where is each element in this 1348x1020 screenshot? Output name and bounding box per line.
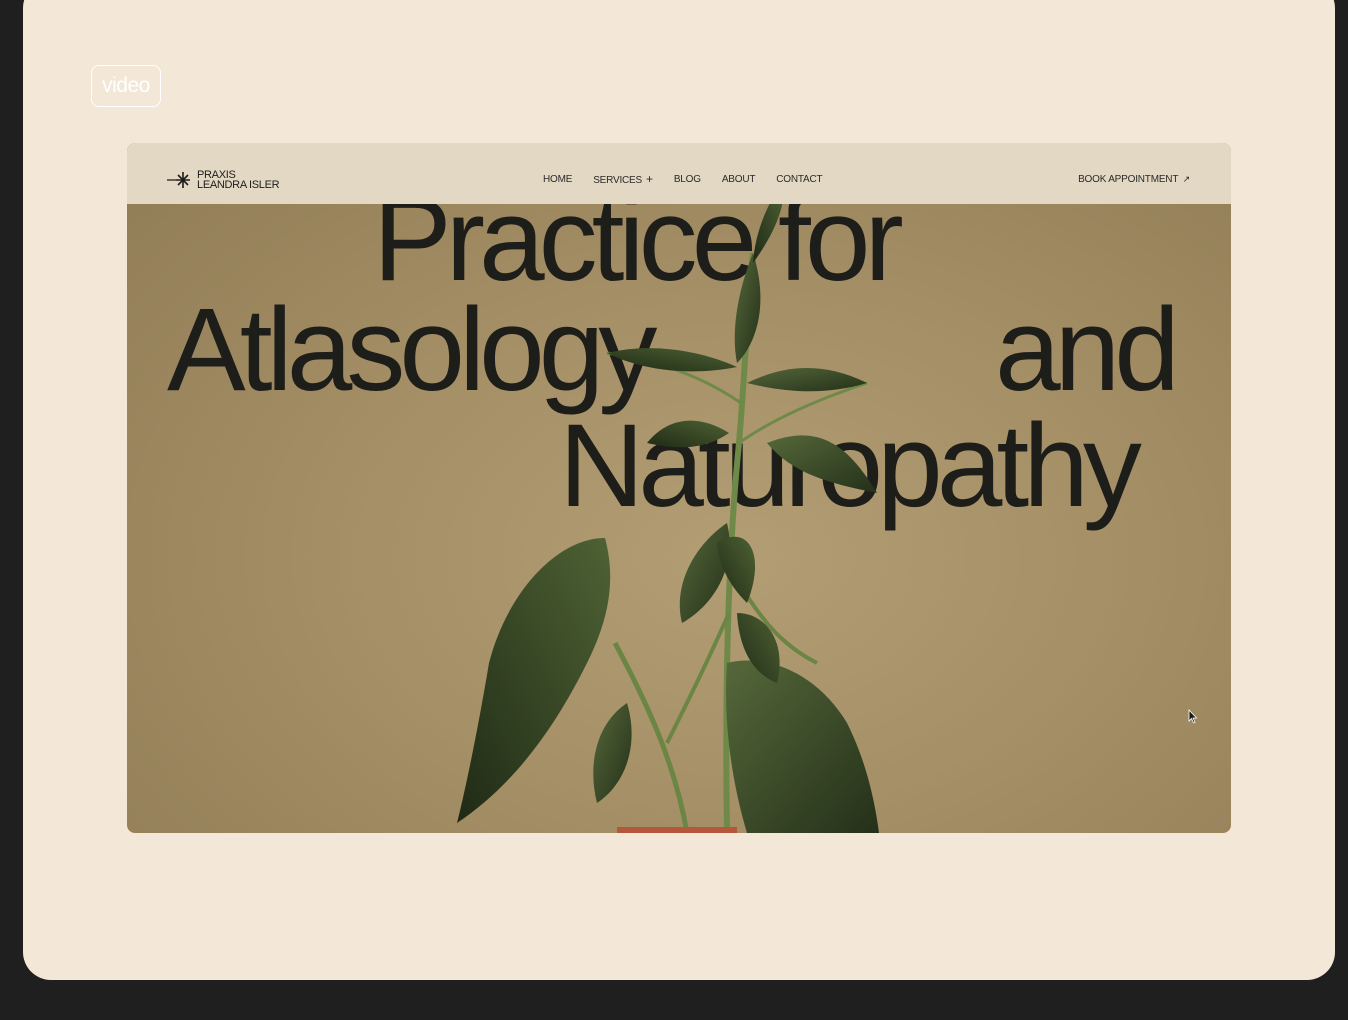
book-appointment-label: BOOK APPOINTMENT bbox=[1078, 174, 1179, 185]
logo-line-2: LEANDRA ISLER bbox=[197, 179, 280, 191]
nav-contact[interactable]: CONTACT bbox=[776, 174, 822, 186]
logo-asterisk-icon bbox=[167, 172, 190, 188]
nav-home[interactable]: HOME bbox=[543, 174, 572, 186]
nav-services-label: SERVICES bbox=[593, 175, 642, 186]
nav-services[interactable]: SERVICES + bbox=[593, 172, 653, 186]
nav-about[interactable]: ABOUT bbox=[722, 174, 756, 186]
book-appointment-link[interactable]: BOOK APPOINTMENT ↗ bbox=[1078, 174, 1190, 185]
logo-wordmark: PRAXIS LEANDRA ISLER bbox=[197, 170, 280, 191]
site-logo[interactable]: PRAXIS LEANDRA ISLER bbox=[167, 170, 280, 191]
nettle-plant-image bbox=[457, 183, 879, 833]
nav-blog[interactable]: BLOG bbox=[674, 174, 701, 186]
video-badge: video bbox=[91, 65, 161, 107]
arrow-up-right-icon: ↗ bbox=[1182, 174, 1191, 184]
site-header: PRAXIS LEANDRA ISLER HOME SERVICES + BLOG… bbox=[127, 143, 1231, 204]
website-preview: PRAXIS LEANDRA ISLER HOME SERVICES + BLOG… bbox=[127, 143, 1231, 833]
plus-icon: + bbox=[646, 172, 653, 186]
cursor-icon bbox=[1188, 709, 1198, 724]
main-nav: HOME SERVICES + BLOG ABOUT CONTACT bbox=[543, 172, 843, 186]
